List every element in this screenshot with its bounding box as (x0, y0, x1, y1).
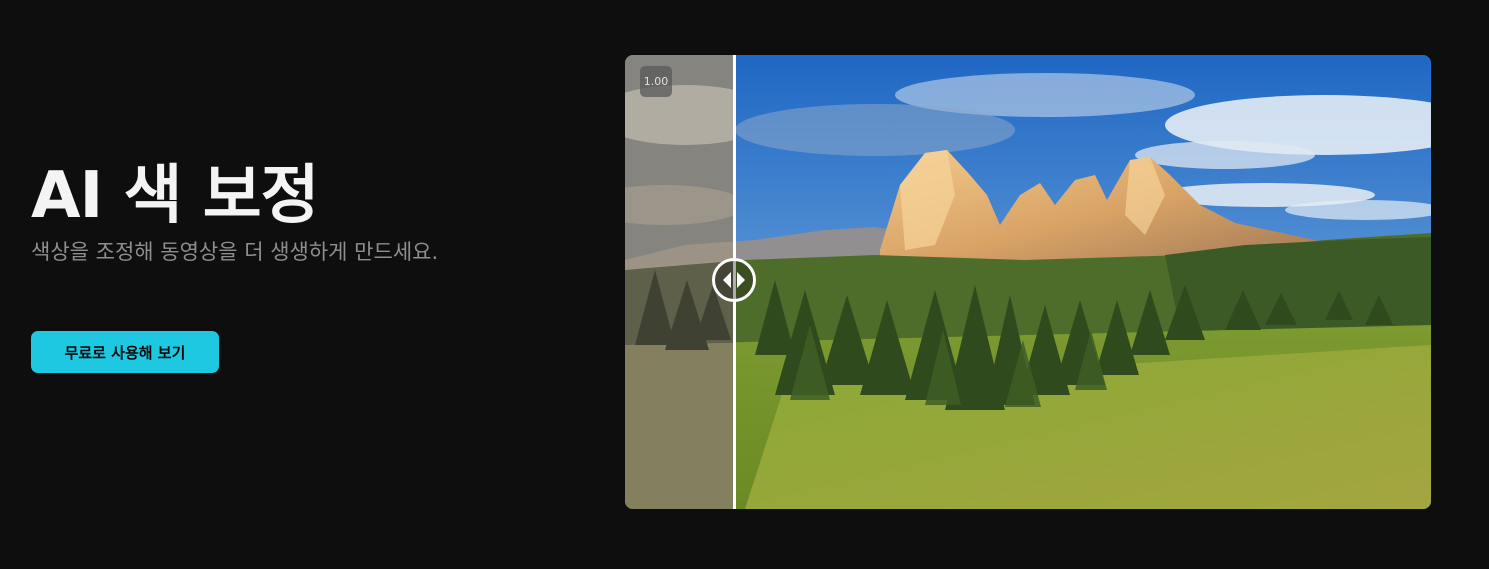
before-after-comparison[interactable]: 1.00 (625, 55, 1431, 509)
left-right-arrows-icon (723, 272, 745, 288)
page-subtitle: 색상을 조정해 동영상을 더 생생하게 만드세요. (31, 240, 439, 264)
speed-badge: 1.00 (640, 66, 672, 97)
try-free-button[interactable]: 무료로 사용해 보기 (31, 331, 219, 373)
comparison-slider-handle[interactable] (712, 258, 756, 302)
page-title: AI 색 보정 (31, 159, 320, 233)
hero-copy: AI 색 보정 색상을 조정해 동영상을 더 생생하게 만드세요. (31, 150, 471, 267)
